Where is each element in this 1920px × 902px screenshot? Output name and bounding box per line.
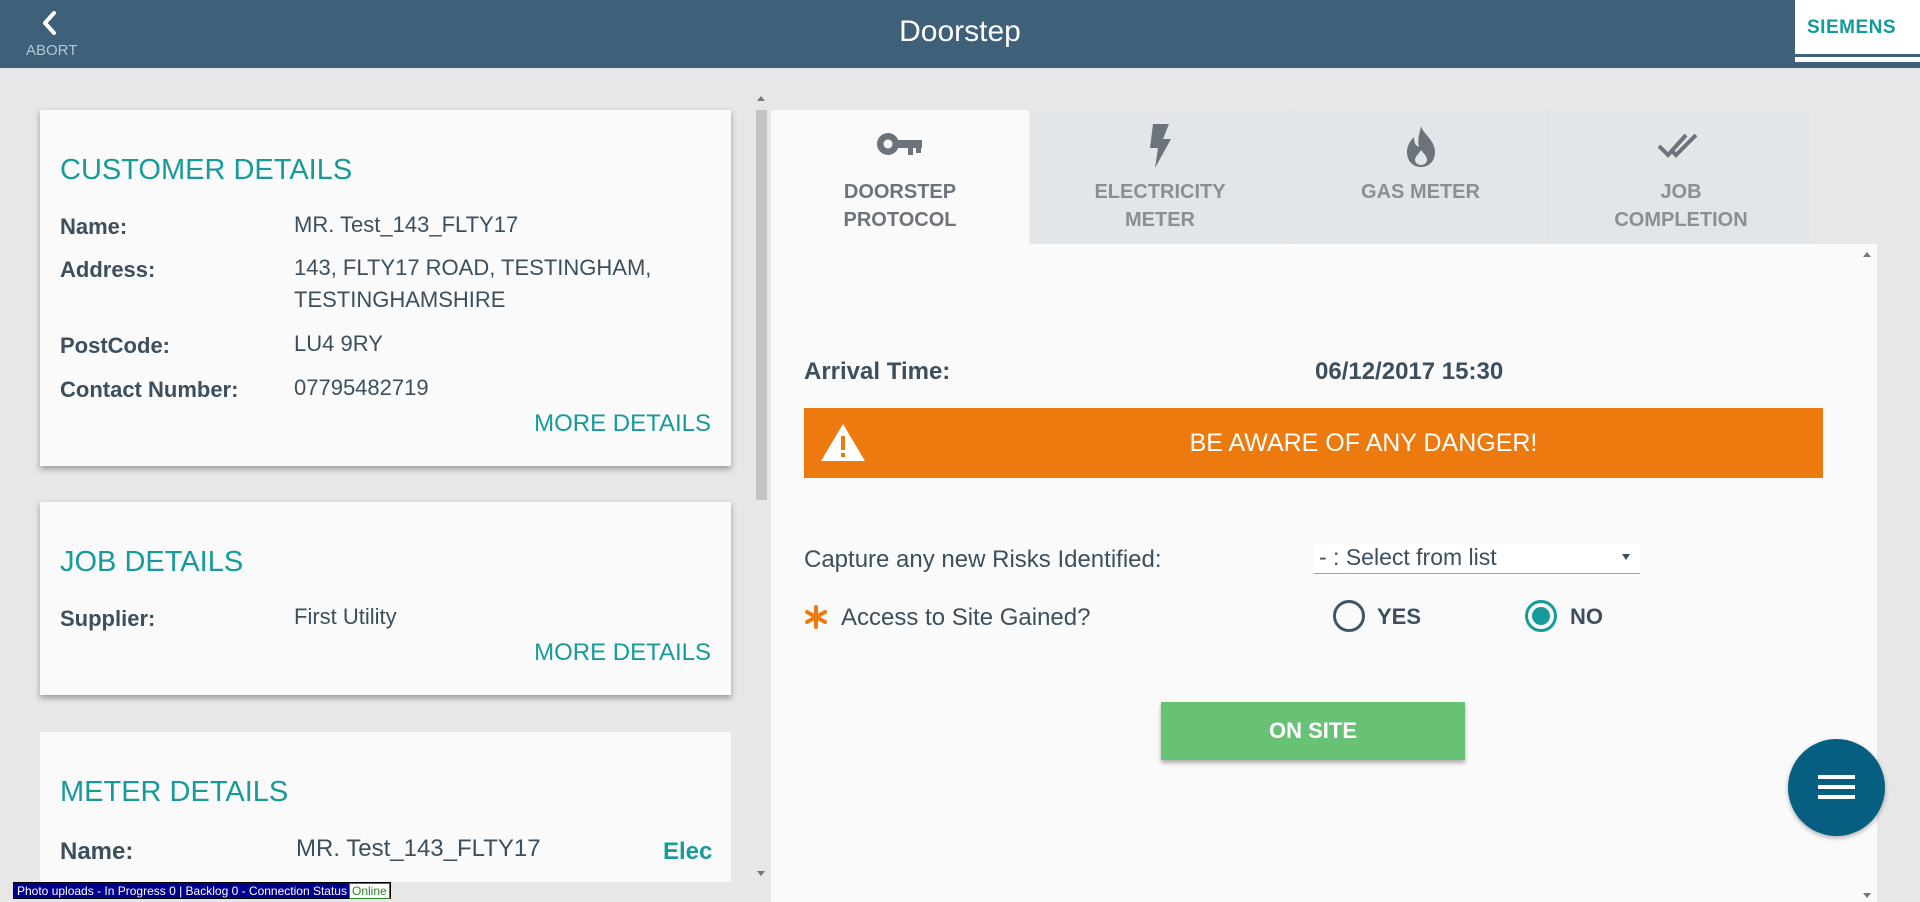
menu-fab-button[interactable] <box>1788 739 1885 836</box>
row-label: Name: <box>60 838 134 865</box>
tab-label: DOORSTEP PROTOCOL <box>843 181 957 231</box>
on-site-button[interactable]: ON SITE <box>1161 702 1465 760</box>
danger-banner: BE AWARE OF ANY DANGER! <box>804 408 1823 478</box>
tab-job-completion[interactable]: JOB COMPLETION <box>1552 110 1810 244</box>
arrival-time-label: Arrival Time: <box>804 358 951 385</box>
meter-details-card: METER DETAILS Name: MR. Test_143_FLTY17 … <box>40 732 731 882</box>
access-no-radio[interactable] <box>1525 600 1557 632</box>
risks-select-value: - : Select from list <box>1319 544 1497 570</box>
tab-label: JOB COMPLETION <box>1614 181 1748 231</box>
meter-type-tag: Elec <box>663 838 713 865</box>
connection-status-badge: Online <box>348 883 390 899</box>
risks-label: Capture any new Risks Identified: <box>804 546 1162 573</box>
logo-text: SIEMENS <box>1807 17 1897 38</box>
job-details-title: JOB DETAILS <box>60 546 244 578</box>
tab-label: GAS METER <box>1361 181 1480 203</box>
row-label: Address: <box>60 257 156 282</box>
caret-down-icon <box>1622 554 1630 560</box>
job-details-card: JOB DETAILS Supplier: First Utility MORE… <box>40 502 731 695</box>
job-more-details-link[interactable]: MORE DETAILS <box>534 639 711 667</box>
access-yes-label[interactable]: YES <box>1377 604 1421 630</box>
meter-details-title: METER DETAILS <box>60 776 289 808</box>
row-value: First Utility <box>294 604 397 629</box>
row-value: MR. Test_143_FLTY17 <box>294 212 519 237</box>
tab-label: ELECTRICITY METER <box>1094 181 1226 231</box>
access-yes-radio[interactable] <box>1333 600 1365 632</box>
key-icon <box>771 124 1029 168</box>
logo-underline <box>1795 54 1920 57</box>
status-text: Photo uploads - In Progress 0 | Backlog … <box>17 884 347 898</box>
row-value: 07795482719 <box>294 375 429 400</box>
customer-more-details-link[interactable]: MORE DETAILS <box>534 410 711 438</box>
lightning-bolt-icon <box>1031 124 1289 168</box>
required-asterisk-icon <box>805 605 827 629</box>
double-check-icon <box>1552 124 1810 168</box>
status-bar: Photo uploads - In Progress 0 | Backlog … <box>13 882 391 899</box>
arrival-time-value: 06/12/2017 15:30 <box>1315 358 1504 385</box>
row-value: MR. Test_143_FLTY17 <box>296 835 541 862</box>
tab-gas-meter[interactable]: GAS METER <box>1291 110 1550 244</box>
row-label: Supplier: <box>60 606 156 631</box>
danger-text: BE AWARE OF ANY DANGER! <box>1189 429 1538 457</box>
scroll-down-arrow-icon[interactable] <box>1863 893 1871 898</box>
app-header: ABORT Doorstep <box>0 0 1920 68</box>
tab-electricity-meter[interactable]: ELECTRICITY METER <box>1031 110 1289 244</box>
left-scrollbar[interactable] <box>752 90 770 880</box>
row-label: PostCode: <box>60 333 170 358</box>
tab-doorstep-protocol[interactable]: DOORSTEP PROTOCOL <box>771 110 1029 244</box>
risks-select[interactable]: - : Select from list <box>1314 544 1640 574</box>
access-site-label: Access to Site Gained? <box>841 604 1091 631</box>
scroll-up-arrow-icon[interactable] <box>757 96 765 101</box>
siemens-logo: SIEMENS <box>1795 0 1920 62</box>
scroll-down-arrow-icon[interactable] <box>757 871 765 876</box>
customer-details-title: CUSTOMER DETAILS <box>60 154 353 186</box>
access-no-label[interactable]: NO <box>1570 604 1603 630</box>
flame-icon <box>1291 124 1550 168</box>
scroll-up-arrow-icon[interactable] <box>1863 252 1871 257</box>
scrollbar-thumb[interactable] <box>756 110 767 500</box>
hamburger-menu-icon <box>1818 775 1855 799</box>
row-value: LU4 9RY <box>294 331 383 356</box>
row-value: 143, FLTY17 ROAD, TESTINGHAM, TESTINGHAM… <box>294 255 652 312</box>
row-label: Name: <box>60 214 128 239</box>
page-title: Doorstep <box>899 15 1021 48</box>
row-label: Contact Number: <box>60 377 239 402</box>
customer-details-card: CUSTOMER DETAILS Name: MR. Test_143_FLTY… <box>40 110 731 466</box>
